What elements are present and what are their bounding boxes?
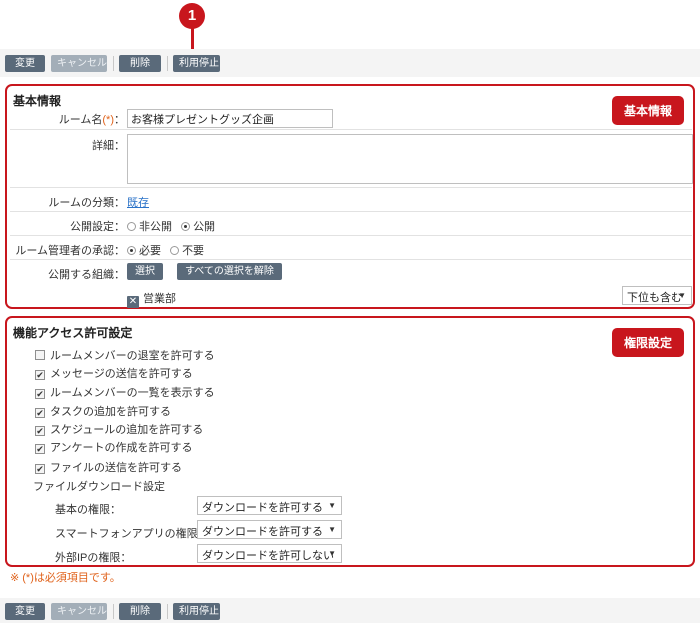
basic-info-panel: 基本情報 基本情報 ルーム名(*)： 詳細： ルームの分類： 既存 公開設定： … bbox=[5, 84, 695, 309]
checkmark-icon[interactable]: ✔ bbox=[35, 408, 45, 418]
detail-row: 詳細： bbox=[10, 130, 693, 188]
option-row[interactable]: ✔ スケジュールの追加を許可する bbox=[35, 421, 203, 437]
dl-external-select[interactable]: ダウンロードを許可しない ▼ bbox=[197, 544, 342, 563]
dl-smartphone-select[interactable]: ダウンロードを許可する ▼ bbox=[197, 520, 342, 539]
option-row[interactable]: ✔ ルームメンバーの一覧を表示する bbox=[35, 384, 215, 400]
option-label: ルームメンバーの退室を許可する bbox=[50, 350, 215, 362]
room-name-row: ルーム名(*)： bbox=[10, 106, 692, 130]
category-row: ルームの分類： 既存 bbox=[10, 188, 692, 212]
publish-private-label: 非公開 bbox=[139, 221, 172, 233]
publish-public-label: 公開 bbox=[193, 221, 216, 233]
toolbar-divider bbox=[167, 604, 168, 619]
option-label: メッセージの送信を許可する bbox=[50, 368, 193, 380]
suspend-button[interactable]: 利用停止 bbox=[173, 55, 220, 72]
approval-not-required-label: 不要 bbox=[182, 245, 205, 257]
room-name-label-text: ルーム名 bbox=[58, 114, 103, 126]
toolbar-divider bbox=[113, 604, 114, 619]
detail-label: 詳細： bbox=[92, 140, 125, 152]
dl-smartphone-value: ダウンロードを許可する bbox=[202, 526, 323, 538]
approval-required-radio[interactable] bbox=[127, 246, 136, 255]
option-row[interactable]: ✔ アンケートの作成を許可する bbox=[35, 439, 193, 455]
bottom-toolbar: 変更 キャンセル 削除 利用停止 bbox=[0, 598, 700, 623]
required-mark: (*) bbox=[102, 114, 114, 126]
required-note: ※ (*)は必須項目です。 bbox=[10, 572, 121, 584]
org-label: 公開する組織： bbox=[48, 269, 125, 281]
x-icon[interactable]: ✕ bbox=[127, 296, 139, 308]
chevron-down-icon: ▼ bbox=[328, 549, 336, 558]
permission-title: 機能アクセス許可設定 bbox=[13, 326, 133, 340]
toolbar-divider bbox=[167, 56, 168, 71]
room-name-input[interactable] bbox=[127, 109, 333, 128]
dl-external-label: 外部IPの権限： bbox=[55, 552, 132, 564]
download-heading: ファイルダウンロード設定 bbox=[33, 481, 165, 493]
include-sub-select[interactable]: 下位も含む ▼ bbox=[622, 286, 692, 305]
publish-row: 公開設定： 非公開 公開 bbox=[10, 212, 692, 236]
approval-label: ルーム管理者の承認： bbox=[15, 245, 125, 257]
toolbar-divider bbox=[113, 56, 114, 71]
checkmark-icon[interactable]: ✔ bbox=[35, 389, 45, 399]
option-label: アンケートの作成を許可する bbox=[50, 442, 193, 454]
option-label: ファイルの送信を許可する bbox=[50, 462, 182, 474]
approval-row: ルーム管理者の承認： 必要 不要 bbox=[10, 236, 692, 260]
detail-textarea[interactable] bbox=[127, 134, 693, 184]
org-item-label: 営業部 bbox=[143, 293, 176, 305]
dl-basic-select[interactable]: ダウンロードを許可する ▼ bbox=[197, 496, 342, 515]
cancel-button[interactable]: キャンセル bbox=[51, 55, 107, 72]
option-row[interactable]: ✔ タスクの追加を許可する bbox=[35, 403, 171, 419]
approval-options: 必要 不要 bbox=[127, 242, 204, 258]
permission-badge: 権限設定 bbox=[611, 328, 684, 357]
room-name-colon: ： bbox=[114, 114, 125, 126]
checkmark-icon[interactable]: ✔ bbox=[35, 444, 45, 454]
dl-external-value: ダウンロードを許可しない bbox=[202, 550, 334, 562]
checkbox[interactable] bbox=[35, 350, 45, 360]
publish-label: 公開設定： bbox=[70, 221, 125, 233]
org-item: ✕ 営業部 bbox=[127, 290, 176, 308]
org-select-button[interactable]: 選択 bbox=[127, 263, 163, 280]
option-row[interactable]: ✔ ファイルの送信を許可する bbox=[35, 459, 182, 475]
publish-options: 非公開 公開 bbox=[127, 218, 215, 234]
dl-smartphone-label: スマートフォンアプリの権限： bbox=[55, 528, 209, 540]
delete-button[interactable]: 削除 bbox=[119, 603, 161, 620]
publish-private-radio[interactable] bbox=[127, 222, 136, 231]
option-label: スケジュールの追加を許可する bbox=[50, 424, 204, 436]
chevron-down-icon: ▼ bbox=[328, 501, 336, 510]
dl-basic-value: ダウンロードを許可する bbox=[202, 502, 323, 514]
category-label: ルームの分類： bbox=[48, 197, 125, 209]
callout-marker-1: 1 bbox=[179, 3, 205, 29]
option-row[interactable]: ルームメンバーの退室を許可する bbox=[35, 347, 215, 363]
org-row: 公開する組織： 選択 すべての選択を解除 ✕ 営業部 下位も含む ▼ bbox=[10, 260, 692, 308]
org-clear-all-button[interactable]: すべての選択を解除 bbox=[177, 263, 282, 280]
room-name-label: ルーム名(*)： bbox=[59, 111, 125, 127]
cancel-button[interactable]: キャンセル bbox=[51, 603, 107, 620]
change-button[interactable]: 変更 bbox=[5, 55, 45, 72]
category-link[interactable]: 既存 bbox=[127, 194, 149, 210]
include-sub-value: 下位も含む bbox=[627, 292, 682, 304]
approval-not-required-radio[interactable] bbox=[170, 246, 180, 255]
checkmark-icon[interactable]: ✔ bbox=[35, 370, 45, 380]
chevron-down-icon: ▼ bbox=[678, 291, 686, 300]
option-label: タスクの追加を許可する bbox=[50, 406, 171, 418]
top-toolbar: 変更 キャンセル 削除 利用停止 bbox=[0, 49, 700, 77]
suspend-button[interactable]: 利用停止 bbox=[173, 603, 220, 620]
chevron-down-icon: ▼ bbox=[328, 525, 336, 534]
change-button[interactable]: 変更 bbox=[5, 603, 45, 620]
delete-button[interactable]: 削除 bbox=[119, 55, 161, 72]
checkmark-icon[interactable]: ✔ bbox=[35, 426, 45, 436]
checkmark-icon[interactable]: ✔ bbox=[35, 464, 45, 474]
permission-panel: 機能アクセス許可設定 権限設定 ルームメンバーの退室を許可する ✔ メッセージの送… bbox=[5, 316, 695, 567]
dl-basic-label: 基本の権限： bbox=[55, 504, 121, 516]
approval-required-label: 必要 bbox=[139, 245, 161, 257]
option-label: ルームメンバーの一覧を表示する bbox=[50, 387, 215, 399]
option-row[interactable]: ✔ メッセージの送信を許可する bbox=[35, 365, 193, 381]
publish-public-radio[interactable] bbox=[181, 222, 191, 231]
